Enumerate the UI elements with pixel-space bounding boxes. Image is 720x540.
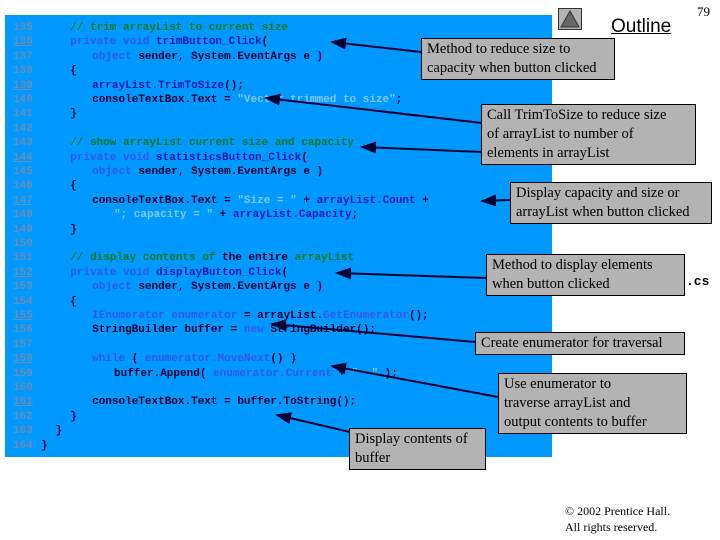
arrow <box>330 362 499 398</box>
arrow <box>275 412 351 433</box>
arrow <box>335 267 487 280</box>
callout-trim-to-size: Call TrimToSize to reduce size of arrayL… <box>481 104 696 165</box>
callout-use-enumerator: Use enumerator to traverse arrayList and… <box>498 373 687 434</box>
arrow <box>480 194 511 207</box>
callout-display-buffer: Display contents of buffer <box>349 428 486 470</box>
arrow <box>264 93 483 124</box>
arrow <box>330 37 422 53</box>
arrow <box>270 319 476 343</box>
copyright-footer: © 2002 Prentice Hall. All rights reserve… <box>565 503 670 535</box>
callout-create-enumerator: Create enumerator for traversal <box>475 332 685 355</box>
callout-display-method: Method to display elements when button c… <box>486 254 685 296</box>
copyright-text: © 2002 Prentice Hall. All rights reserve… <box>565 504 671 534</box>
callout-display-capacity: Display capacity and size or arrayList w… <box>510 182 712 224</box>
arrow <box>360 141 483 154</box>
callout-trim-method: Method to reduce size to capacity when b… <box>421 38 615 80</box>
